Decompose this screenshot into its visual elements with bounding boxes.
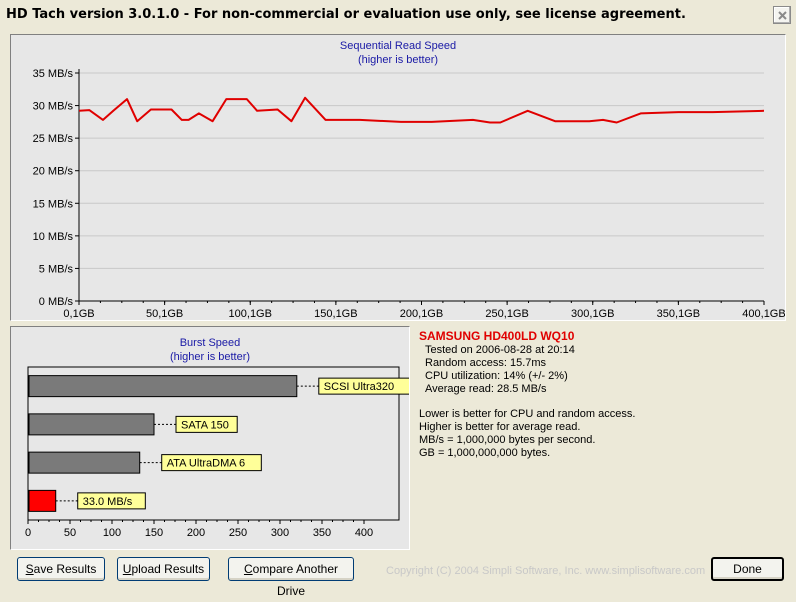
save-label-mnemonic: S (25, 562, 34, 576)
tested-on-text: Tested on 2006-08-28 at 20:14 (425, 344, 575, 356)
x-tick-label: 50,1GB (146, 308, 183, 320)
burst-x-tick-label: 150 (145, 527, 163, 539)
burst-x-tick-label: 200 (187, 527, 205, 539)
cpu-utilization-text: CPU utilization: 14% (+/- 2%) (425, 370, 568, 382)
note-mbs-definition: MB/s = 1,000,000 bytes per second. (419, 434, 596, 446)
window-title: HD Tach version 3.0.1.0 - For non-commer… (6, 7, 686, 22)
burst-bar (28, 375, 298, 398)
random-access-text: Random access: 15.7ms (425, 357, 547, 369)
read-speed-series-line (78, 96, 765, 124)
burst-x-tick-label: 250 (229, 527, 247, 539)
done-button[interactable]: Done (711, 557, 784, 581)
compare-another-drive-button[interactable]: Compare Another Drive (228, 557, 354, 598)
title-bar[interactable]: HD Tach version 3.0.1.0 - For non-commer… (0, 0, 796, 30)
burst-bar-tested-drive (28, 489, 57, 512)
note-gb-definition: GB = 1,000,000,000 bytes. (419, 447, 551, 459)
burst-bar-label: ATA UltraDMA 6 (167, 458, 245, 470)
close-icon (778, 11, 787, 20)
burst-bar-label: 33.0 MB/s (83, 496, 133, 508)
x-tick-label: 100,1GB (229, 308, 272, 320)
burst-x-tick-label: 0 (25, 527, 31, 539)
x-tick-label: 300,1GB (571, 308, 614, 320)
sequential-read-panel: Sequential Read Speed (higher is better)… (10, 34, 786, 321)
y-tick-label: 20 MB/s (33, 166, 74, 178)
close-button[interactable] (773, 6, 791, 24)
burst-bar-label: SCSI Ultra320 (324, 381, 394, 393)
note-average-read: Higher is better for average read. (419, 421, 581, 433)
burst-x-tick-label: 300 (271, 527, 289, 539)
x-tick-label: 150,1GB (314, 308, 357, 320)
burst-bar-label: SATA 150 (181, 419, 229, 431)
y-tick-label: 35 MB/s (33, 68, 74, 80)
y-tick-label: 0 MB/s (39, 296, 74, 308)
compare-label-mnemonic: C (243, 562, 253, 576)
burst-x-tick-label: 100 (103, 527, 121, 539)
burst-x-tick-label: 350 (313, 527, 331, 539)
drive-name: SAMSUNG HD400LD WQ10 (419, 329, 575, 343)
burst-x-tick-label: 50 (64, 527, 76, 539)
upload-results-button[interactable]: Upload Results (117, 557, 210, 581)
y-tick-label: 5 MB/s (39, 263, 74, 275)
drive-info-panel: SAMSUNG HD400LD WQ10 Tested on 2006-08-2… (415, 326, 786, 550)
save-results-button[interactable]: Save Results (17, 557, 105, 581)
burst-x-tick-label: 400 (355, 527, 373, 539)
x-tick-label: 200,1GB (400, 308, 443, 320)
average-read-text: Average read: 28.5 MB/s (425, 383, 547, 395)
burst-bar (28, 413, 155, 436)
x-tick-label: 250,1GB (485, 308, 528, 320)
save-label-rest: ave Results (33, 562, 97, 576)
burst-speed-panel: Burst Speed (higher is better) 0 50 100 150… (10, 326, 410, 550)
copyright-text: Copyright (C) 2004 Simpli Software, Inc.… (386, 565, 706, 577)
sequential-read-chart: 0 MB/s 5 MB/s 10 MB/s 15 MB/s 20 MB/s 25 MB/s… (33, 68, 785, 320)
x-tick-label: 400,1GB (742, 308, 785, 320)
y-tick-label: 25 MB/s (33, 133, 74, 145)
y-tick-label: 10 MB/s (33, 231, 74, 243)
upload-label-rest: pload Results (131, 562, 205, 576)
burst-speed-chart: 0 50 100 150 200 250 300 350 400 SCSI Ultra320 SAT… (25, 366, 409, 539)
x-tick-label: 0,1GB (63, 308, 94, 320)
note-cpu-random: Lower is better for CPU and random acces… (419, 408, 636, 420)
app-window: HD Tach version 3.0.1.0 - For non-commer… (0, 0, 796, 598)
compare-label-rest: ompare Another Drive (252, 562, 339, 598)
y-tick-label: 15 MB/s (33, 198, 74, 210)
burst-bar (28, 451, 141, 474)
y-tick-label: 30 MB/s (33, 101, 74, 113)
x-tick-label: 350,1GB (657, 308, 700, 320)
